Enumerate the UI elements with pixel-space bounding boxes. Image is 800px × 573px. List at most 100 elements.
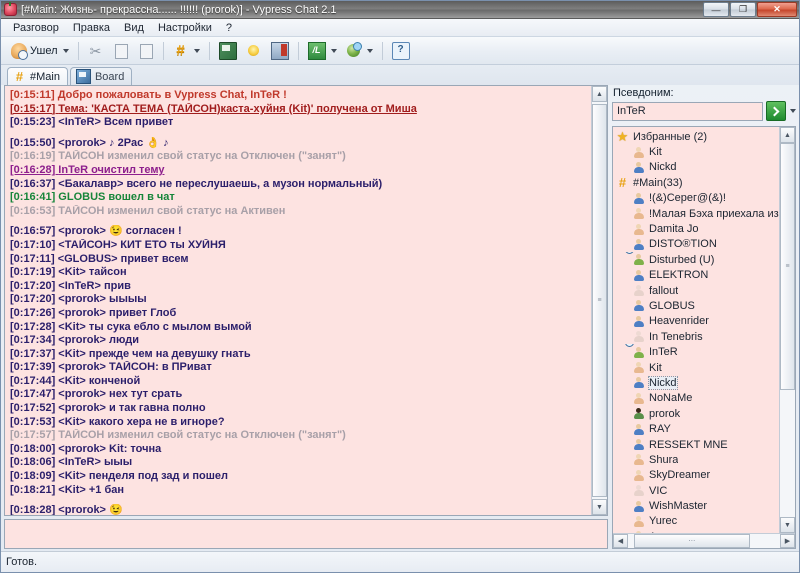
user-list-item[interactable]: ✕fallout [616, 283, 779, 298]
scroll-up-button[interactable]: ▲ [780, 127, 795, 143]
message-timestamp: [0:17:20] [10, 293, 58, 305]
user-list-item[interactable]: Shura [616, 452, 779, 467]
user-group-favorites[interactable]: ★Избранные (2) [616, 129, 779, 144]
user-list-item-label: Yurec [649, 515, 677, 527]
user-list-item[interactable]: Heavenrider [616, 314, 779, 329]
chat-scroll-thumb[interactable]: ≡ [592, 104, 607, 497]
user-hscroll-thumb[interactable]: ⋯ [634, 534, 750, 548]
user-list-scrollbar[interactable]: ▲ ≡ ▼ [779, 127, 795, 533]
menu-item-view[interactable]: Вид [117, 21, 151, 35]
user-list-item[interactable]: !Малая Бэха приехала из Кры [616, 206, 779, 221]
user-list-item[interactable]: RESSEKT MNE [616, 437, 779, 452]
menu-item-conversation[interactable]: Разговор [6, 21, 66, 35]
copy-button[interactable] [109, 40, 133, 62]
user-list-item[interactable]: RAY [616, 421, 779, 436]
close-button[interactable]: ✕ [757, 2, 797, 17]
scroll-down-button[interactable]: ▼ [592, 499, 607, 515]
alert-button[interactable] [242, 40, 266, 62]
scroll-down-button[interactable]: ▼ [780, 517, 795, 533]
user-list-item-label: SkyDreamer [649, 469, 710, 481]
message-timestamp: [0:17:20] [10, 280, 58, 292]
user-list-item[interactable]: Damita Jo [616, 221, 779, 236]
user-list-item[interactable]: ✕VIC [616, 483, 779, 498]
message-text: +1 бан [89, 484, 124, 496]
message-nick: <prorok> [58, 293, 109, 305]
message-window-button[interactable] [215, 40, 241, 62]
user-list-item[interactable]: Yurec [616, 514, 779, 529]
channel-button[interactable]: # [169, 40, 204, 62]
menu-item-settings[interactable]: Настройки [151, 21, 219, 35]
user-list-item[interactable]: ✕In Tenebris [616, 329, 779, 344]
message-nick: <Бакалавр> [58, 178, 126, 190]
user-hscroll-track[interactable]: ⋯ [628, 534, 780, 548]
scroll-up-button[interactable]: ▲ [592, 86, 607, 102]
user-clock-icon [632, 346, 645, 359]
user-list-item[interactable]: Nickd [616, 160, 779, 175]
user-group-channel[interactable]: ##Main(33) [616, 175, 779, 190]
tab-main[interactable]: # #Main [7, 67, 68, 85]
user-list-item-label: Nickd [649, 377, 677, 389]
nickname-label: Псевдоним: [612, 87, 796, 99]
user-list-item[interactable]: Kit [616, 144, 779, 159]
exit-channel-button[interactable] [267, 40, 293, 62]
user-scroll-track[interactable]: ≡ [780, 143, 795, 517]
scroll-left-button[interactable]: ◀ [613, 534, 628, 548]
message-text: ыыы [104, 456, 132, 468]
nickname-input[interactable]: InTeR [612, 102, 763, 121]
user-list-item[interactable]: Nickd [616, 375, 779, 390]
chat-message: [0:18:21] <Kit> +1 бан [10, 484, 587, 498]
font-button[interactable]: /L [304, 40, 341, 62]
message-timestamp: [0:16:37] [10, 178, 58, 190]
user-list-item[interactable]: SkyDreamer [616, 468, 779, 483]
user-list-item[interactable]: NoNaMe [616, 391, 779, 406]
status-bar: Готов. [1, 551, 799, 572]
chat-scroll-track[interactable]: ≡ [592, 102, 607, 499]
chat-spacer [10, 218, 587, 225]
chat-message: [0:15:50] <prorok> ♪ 2Pac 👌 ♪ [10, 137, 587, 151]
chat-log: [0:15:11] Добро пожаловать в Vypress Cha… [5, 86, 591, 515]
user-list-item[interactable]: prorok [616, 406, 779, 421]
main-split: [0:15:11] Добро пожаловать в Vypress Cha… [1, 85, 799, 551]
chevron-down-icon[interactable] [790, 109, 796, 113]
message-timestamp: [0:17:28] [10, 321, 58, 333]
paste-button[interactable] [134, 40, 158, 62]
tab-board[interactable]: Board [70, 67, 132, 85]
chat-scrollbar[interactable]: ▲ ≡ ▼ [591, 86, 607, 515]
user-list-item[interactable]: InTeR [616, 344, 779, 359]
user-list-item[interactable]: WishMaster [616, 498, 779, 513]
clipboard-paste-icon [138, 43, 154, 59]
nickname-row: InTeR [612, 101, 796, 121]
user-away-icon [632, 515, 645, 528]
cut-button[interactable]: ✂ [84, 40, 108, 62]
network-button[interactable] [342, 40, 377, 62]
user-list-hscrollbar[interactable]: ◀ ⋯ ▶ [613, 533, 795, 548]
user-list[interactable]: ★Избранные (2)KitNickd##Main(33)!(&)Сере… [613, 127, 779, 533]
minimize-button[interactable]: — [703, 2, 729, 17]
help-button[interactable]: ? [388, 40, 414, 62]
user-icon [632, 376, 645, 389]
maximize-button[interactable]: ❐ [730, 2, 756, 17]
star-icon: ★ [616, 130, 629, 143]
message-text: пенделя под зад и пошел [89, 470, 228, 482]
user-list-item[interactable]: DISTO®TION [616, 237, 779, 252]
user-list-item[interactable]: Kit [616, 360, 779, 375]
status-away-button[interactable]: Ушел [7, 40, 73, 62]
user-list-item[interactable]: GLOBUS [616, 298, 779, 313]
message-input[interactable] [4, 519, 608, 549]
user-list-item[interactable]: ELEKTRON [616, 268, 779, 283]
user-away-icon [632, 223, 645, 236]
chat-message: [0:17:52] <prorok> и так гавна полно [10, 402, 587, 416]
menu-item-edit[interactable]: Правка [66, 21, 117, 35]
user-icon [632, 500, 645, 513]
chat-message: [0:18:28] <prorok> 😉 [10, 504, 587, 515]
chat-message: [0:16:53] ТАЙСОН изменил свой статус на … [10, 205, 587, 219]
user-list-item[interactable]: Disturbed (U) [616, 252, 779, 267]
scroll-right-button[interactable]: ▶ [780, 534, 795, 548]
nickname-apply-button[interactable] [766, 101, 786, 121]
user-icon [632, 423, 645, 436]
window-title: [#Main: Жизнь- прекрассна...... !!!!!! (… [21, 4, 703, 16]
user-scroll-thumb[interactable]: ≡ [780, 143, 795, 390]
menu-item-help[interactable]: ? [219, 21, 239, 35]
message-text: 😉 согласен ! [109, 225, 182, 237]
user-list-item[interactable]: !(&)Серег@(&)! [616, 191, 779, 206]
